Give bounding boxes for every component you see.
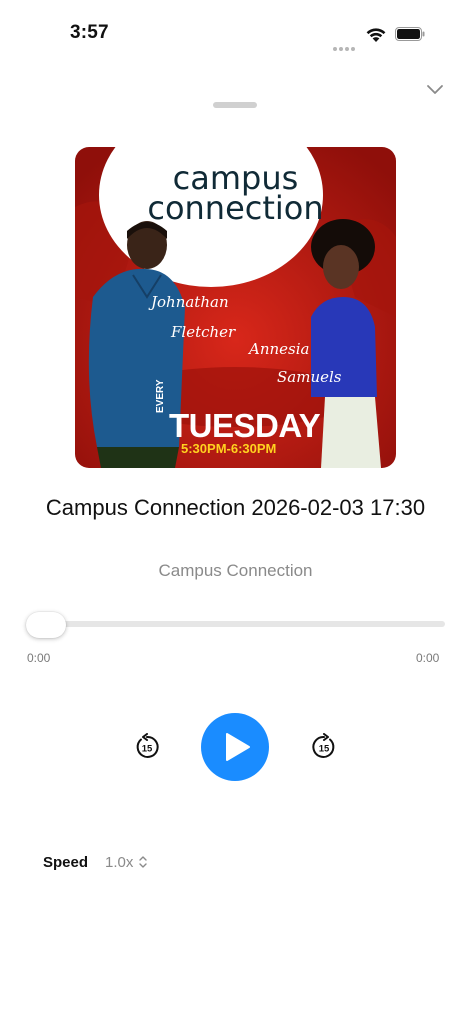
host1-last-name: Fletcher	[171, 323, 236, 341]
progress-thumb[interactable]	[26, 612, 66, 638]
rewind-15-icon: 15	[136, 733, 159, 758]
status-time: 3:57	[70, 22, 109, 43]
host2-first-name: Annesia	[249, 340, 310, 358]
forward-15-button[interactable]: 15	[310, 733, 338, 761]
chevron-down-icon[interactable]	[424, 80, 446, 98]
artwork-show-name-2: connection	[147, 189, 324, 227]
speed-label: Speed	[43, 854, 89, 871]
episode-artwork: campus connection Johnathan Fletcher Ann…	[75, 147, 396, 468]
chevron-up-down-icon[interactable]	[138, 855, 148, 869]
speed-picker[interactable]: 1.0x	[105, 854, 133, 871]
total-duration: 0:00	[416, 651, 440, 665]
host1-first-name: Johnathan	[151, 293, 229, 311]
artwork-day: TUESDAY	[169, 407, 321, 444]
artwork-time-slot: 5:30PM-6:30PM	[181, 441, 277, 456]
artwork-every: EVERY	[155, 379, 166, 413]
sheet-grabber[interactable]	[213, 102, 257, 108]
forward-seconds: 15	[319, 744, 330, 755]
host2-last-name: Samuels	[277, 368, 342, 386]
play-button[interactable]	[201, 713, 269, 781]
progress-track[interactable]	[26, 621, 445, 627]
play-icon	[226, 733, 250, 761]
wifi-icon	[366, 28, 386, 42]
episode-title: Campus Connection 2026-02-03 17:30	[45, 495, 426, 520]
rewind-15-button[interactable]: 15	[133, 733, 161, 761]
forward-15-icon: 15	[312, 733, 335, 758]
battery-icon	[395, 27, 425, 41]
podcast-name[interactable]: Campus Connection	[30, 561, 441, 581]
rewind-seconds: 15	[142, 744, 153, 755]
cellular-signal-icon	[333, 38, 359, 51]
elapsed-time: 0:00	[27, 651, 51, 665]
